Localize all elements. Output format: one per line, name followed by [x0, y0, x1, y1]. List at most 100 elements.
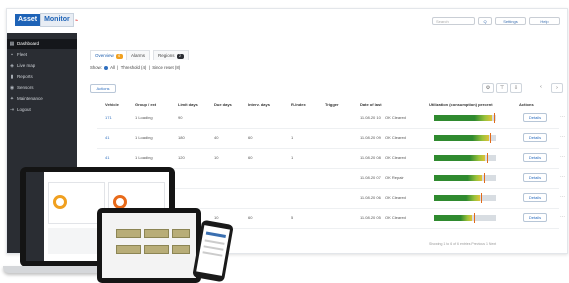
- utilization-fill: [434, 175, 482, 181]
- row-date-cell: 11.08.20 07: [360, 175, 381, 180]
- tab-overview[interactable]: Overview 6: [90, 50, 128, 60]
- col-header-group[interactable]: Group / ext: [135, 102, 156, 107]
- filter-all[interactable]: All: [110, 65, 115, 70]
- row-details-button[interactable]: Details: [523, 113, 547, 122]
- col-header-date[interactable]: Date of last: [360, 102, 382, 107]
- tablet-tile: [116, 229, 141, 238]
- row-details-button[interactable]: Details: [523, 173, 547, 182]
- search-input[interactable]: Search: [432, 17, 475, 25]
- settings-icon[interactable]: ⚙: [482, 83, 494, 93]
- row-more-icon[interactable]: ⋯: [560, 154, 565, 160]
- utilization-fill: [434, 155, 485, 161]
- row-date-cell: 11.08.20 09: [360, 135, 381, 140]
- row-more-icon[interactable]: ⋯: [560, 214, 565, 220]
- sidebar-item-sensors[interactable]: ◉ Sensors: [7, 83, 77, 93]
- row-details-button[interactable]: Details: [523, 133, 547, 142]
- sidebar-item-maintenance[interactable]: ✦ Maintenance: [7, 94, 77, 104]
- row-date-cell: 11.08.20 08: [360, 155, 381, 160]
- utilization-marker: [490, 133, 491, 143]
- tab-alarms[interactable]: Alarms: [126, 50, 151, 60]
- sidebar-item-label: Reports: [17, 74, 33, 79]
- sidebar-item-live-map[interactable]: ◈ Live map: [7, 61, 77, 71]
- col-header-limit[interactable]: Limit days: [178, 102, 198, 107]
- search-button[interactable]: Q: [478, 17, 492, 25]
- tab-badge: 2: [176, 54, 184, 59]
- col-header-utilization[interactable]: Utilization (consumption) percent: [429, 102, 493, 107]
- col-header-vehicle[interactable]: Vehicle: [105, 102, 119, 107]
- row-status-cell: OK Cleared: [385, 135, 406, 140]
- tablet-device: [97, 208, 201, 283]
- row-status-cell: OK Cleared: [385, 195, 406, 200]
- col-header-due[interactable]: Due days: [214, 102, 232, 107]
- sidebar-item-fleet[interactable]: ▪ Fleet: [7, 50, 77, 60]
- phone-display: [196, 225, 230, 276]
- row-interval-cell: 60: [248, 135, 253, 140]
- row-due-cell: 40: [214, 135, 219, 140]
- sidebar-item-label: Live map: [17, 63, 36, 68]
- sensor-icon: ◉: [9, 85, 15, 91]
- row-vehicle-cell[interactable]: 41: [105, 135, 109, 140]
- filter-bar: Show: All | Threshold (4) | Since reset …: [90, 65, 181, 70]
- tablet-display: [102, 213, 196, 278]
- sidebar-item-logout[interactable]: ⇥ Logout: [7, 105, 77, 115]
- row-vehicle-cell[interactable]: 171: [105, 115, 112, 120]
- table-row[interactable]: 41 1 Loading 120 10 60 1 11.08.20 08 OK Cleared…: [97, 149, 565, 169]
- row-more-icon[interactable]: ⋯: [560, 174, 565, 180]
- prev-page-icon[interactable]: ‹: [535, 83, 547, 93]
- row-details-button[interactable]: Details: [523, 213, 547, 222]
- row-more-icon[interactable]: ⋯: [560, 194, 565, 200]
- col-header-actions: Actions: [519, 102, 534, 107]
- radio-selected-icon[interactable]: [104, 65, 109, 70]
- sidebar-item-reports[interactable]: ▮ Reports: [7, 72, 77, 82]
- utilization-fill: [434, 135, 489, 141]
- utilization-bar: [434, 213, 496, 223]
- row-status-cell: OK Cleared: [385, 155, 406, 160]
- help-button[interactable]: Help: [529, 17, 560, 25]
- row-date-cell: 11.08.20 06: [360, 195, 381, 200]
- truck-icon: ▪: [11, 52, 13, 58]
- sidebar-item-label: Sensors: [17, 85, 34, 90]
- tablet-tile: [144, 245, 169, 254]
- sidebar-item-label: Logout: [17, 107, 31, 112]
- row-due-cell: 10: [214, 215, 219, 220]
- utilization-marker: [474, 213, 475, 223]
- row-details-button[interactable]: Details: [523, 153, 547, 162]
- filter-threshold[interactable]: Threshold (4): [121, 65, 147, 70]
- row-date-cell: 11.08.20 10: [360, 115, 381, 120]
- col-header-trigger[interactable]: Trigger: [325, 102, 339, 107]
- row-vehicle-cell[interactable]: 41: [105, 155, 109, 160]
- app-logo[interactable]: Asset Monitor ⌁: [15, 13, 79, 27]
- next-page-icon[interactable]: ›: [551, 83, 563, 93]
- wrench-icon: ✦: [9, 96, 15, 102]
- settings-button[interactable]: Settings: [495, 17, 526, 25]
- export-icon[interactable]: ⇩: [510, 83, 522, 93]
- tab-label: Alarms: [131, 53, 146, 58]
- tab-label: Regions: [158, 53, 175, 58]
- sidebar-item-label: Maintenance: [17, 96, 43, 101]
- row-details-button[interactable]: Details: [523, 193, 547, 202]
- col-header-interval[interactable]: Interv. days: [248, 102, 270, 107]
- sidebar-item-dashboard[interactable]: ▦ Dashboard: [7, 39, 77, 49]
- row-more-icon[interactable]: ⋯: [560, 134, 565, 140]
- row-group-cell: 1 Loading: [135, 135, 153, 140]
- wifi-icon: ⌁: [74, 17, 79, 24]
- pagination-info: Showing 1 to 6 of 6 entries Previous 1 N…: [429, 242, 497, 246]
- row-rindex-cell: 5: [291, 215, 294, 220]
- filter-icon[interactable]: ⊤: [496, 83, 508, 93]
- col-header-rindex[interactable]: R-Index: [291, 102, 306, 107]
- logout-icon: ⇥: [9, 107, 15, 113]
- table-row[interactable]: 171 1 Loading 90 11.08.20 10 OK Cleared Detai…: [97, 109, 565, 129]
- utilization-marker: [481, 193, 482, 203]
- phone-line: [204, 239, 225, 245]
- tab-badge: 6: [115, 54, 123, 59]
- tab-regions[interactable]: Regions 2: [153, 50, 189, 60]
- row-status-cell: OK Cleared: [385, 115, 406, 120]
- tab-label: Overview: [95, 53, 114, 58]
- row-due-cell: 10: [214, 155, 219, 160]
- row-more-icon[interactable]: ⋯: [560, 114, 565, 120]
- filter-since-reset[interactable]: Since reset (8): [152, 65, 180, 70]
- table-row[interactable]: 41 1 Loading 180 40 60 1 11.08.20 09 OK Cleared…: [97, 129, 565, 149]
- row-limit-cell: 90: [178, 115, 183, 120]
- actions-dropdown[interactable]: Actions: [90, 84, 116, 93]
- sidebar-item-label: Fleet: [17, 52, 28, 57]
